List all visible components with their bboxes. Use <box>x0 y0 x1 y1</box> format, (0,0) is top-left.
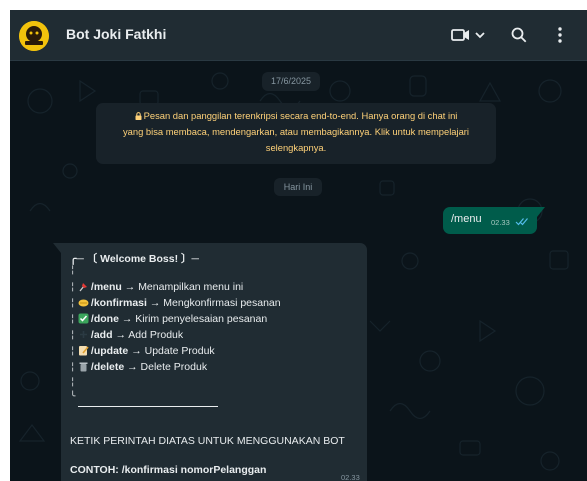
command-name: /add <box>90 329 113 341</box>
encryption-text-1: Pesan dan panggilan terenkripsi secara e… <box>143 110 458 121</box>
command-desc: Mengkonfirmasi pesanan <box>163 297 281 309</box>
outgoing-message-time: 02.33 <box>491 218 510 227</box>
encryption-text-2: yang bisa membaca, mendengarkan, atau me… <box>122 126 470 137</box>
menu-kebab-icon[interactable] <box>556 23 564 47</box>
menu-frame-line: ╎ <box>70 265 76 275</box>
command-desc: Add Produk <box>128 329 184 341</box>
chat-title[interactable]: Bot Joki Fatkhi <box>66 26 166 42</box>
chevron-down-icon[interactable] <box>474 23 486 47</box>
lock-icon <box>135 112 142 120</box>
avatar-logo-icon <box>19 21 49 51</box>
date-chip: 17/6/2025 <box>262 72 320 91</box>
command-name: /done <box>90 313 119 325</box>
command-name: /update <box>90 345 129 357</box>
arrow: → <box>149 297 161 309</box>
pin-icon <box>79 283 87 292</box>
arrow: → <box>121 313 133 325</box>
welcome-heading: ╭─ 〔 Welcome Boss! 〕─ <box>70 253 199 265</box>
menu-frame-bottom <box>78 406 218 407</box>
command-desc: Menampilkan menu ini <box>138 281 244 293</box>
trash-icon <box>79 362 88 372</box>
chat-header: Bot Joki Fatkhi <box>10 10 587 61</box>
search-icon[interactable] <box>510 23 528 47</box>
command-desc: Delete Produk <box>140 361 208 373</box>
command-row: ╎ /add → Add Produk <box>70 329 184 341</box>
avatar[interactable] <box>19 21 49 51</box>
command-name: /konfirmasi <box>90 297 147 309</box>
command-desc: Update Produk <box>144 345 215 357</box>
command-row: ╎ /update → Update Produk <box>70 345 215 357</box>
video-call-icon[interactable] <box>451 23 471 47</box>
encryption-notice-line: Pesan dan panggilan terenkripsi secara e… <box>96 108 496 124</box>
arrow: → <box>127 361 138 373</box>
encryption-text-3: selengkapnya. <box>265 142 327 153</box>
today-chip: Hari Ini <box>274 178 322 196</box>
handshake-icon <box>78 299 89 307</box>
memo-icon <box>78 346 89 356</box>
command-name: /delete <box>90 361 125 373</box>
arrow: → <box>124 281 136 293</box>
outgoing-bubble-tail <box>537 207 545 217</box>
command-desc: Kirim penyelesaian pesanan <box>135 313 268 325</box>
incoming-message[interactable]: ╭─ 〔 Welcome Boss! 〕─ ╎ ╎ /menu → Menamp… <box>61 243 367 481</box>
instruction-text: KETIK PERINTAH DIATAS UNTUK MENGGUNAKAN … <box>70 435 345 447</box>
command-row: ╎ /menu → Menampilkan menu ini <box>70 281 244 293</box>
plus-icon <box>79 331 87 338</box>
arrow: → <box>131 345 142 357</box>
command-row: ╎ /delete → Delete Produk <box>70 361 208 373</box>
outgoing-message-text: /menu <box>451 213 482 225</box>
command-row: ╎ /done → Kirim penyelesaian pesanan <box>70 313 268 325</box>
menu-frame-line: ╰ <box>70 391 76 401</box>
command-name: /menu <box>90 281 122 293</box>
incoming-bubble-tail <box>53 243 61 253</box>
encryption-notice[interactable]: Pesan dan panggilan terenkripsi secara e… <box>96 103 496 164</box>
example-text: CONTOH: /konfirmasi nomorPelanggan <box>70 464 267 476</box>
double-check-read-icon <box>515 218 528 226</box>
menu-frame-line: ╎ <box>70 377 76 387</box>
arrow: → <box>115 329 126 341</box>
check-box-icon <box>78 313 89 324</box>
incoming-message-time: 02.33 <box>341 473 360 481</box>
whatsapp-chat-window: Bot Joki Fatkhi 17/6/2025 Pesan dan pang… <box>10 10 587 481</box>
command-row: ╎ /konfirmasi → Mengkonfirmasi pesanan <box>70 297 281 309</box>
outgoing-message[interactable]: /menu 02.33 <box>443 207 537 234</box>
